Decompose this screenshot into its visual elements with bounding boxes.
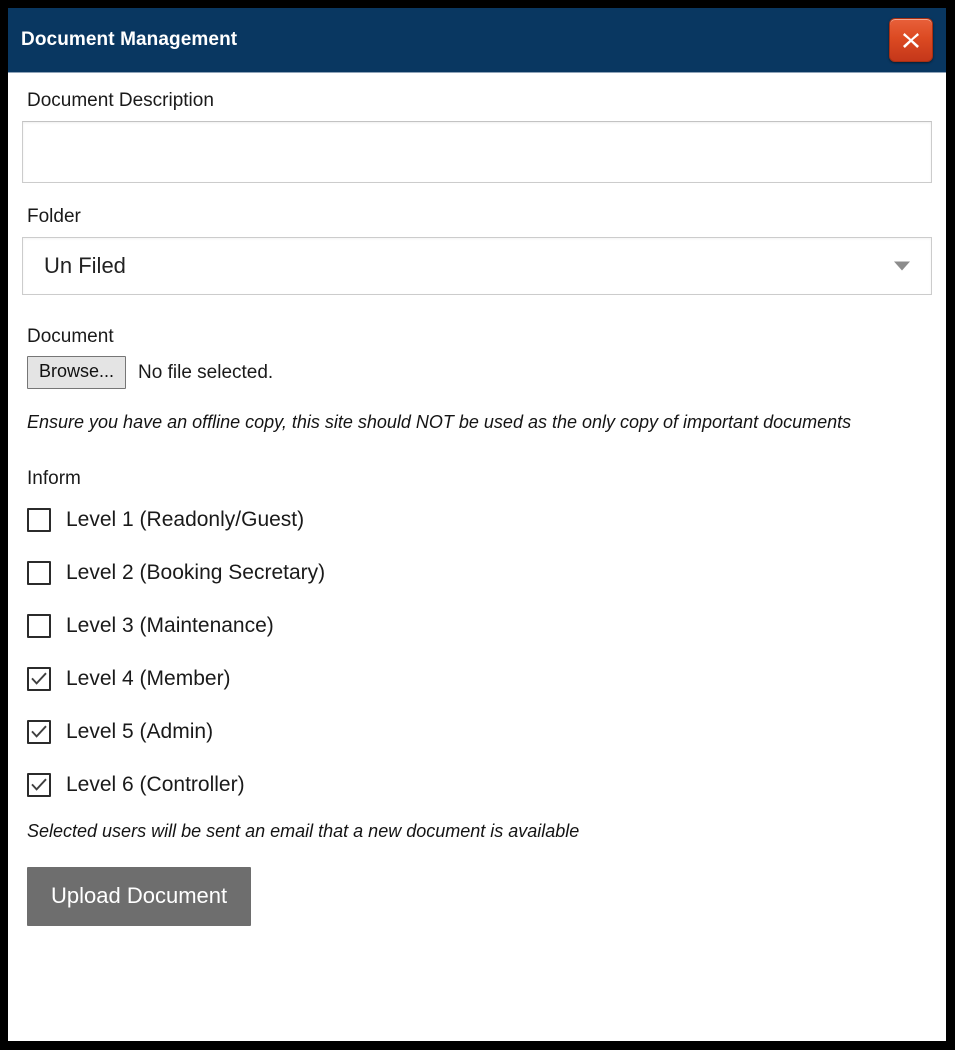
file-status-text: No file selected.	[138, 361, 274, 383]
document-label: Document	[27, 325, 114, 347]
inform-option-level-3[interactable]: Level 3 (Maintenance)	[27, 600, 932, 653]
inform-label: Inform	[27, 467, 81, 489]
close-button[interactable]	[889, 18, 933, 62]
folder-label: Folder	[27, 205, 81, 227]
close-x-icon	[898, 27, 924, 53]
inform-option-level-5[interactable]: Level 5 (Admin)	[27, 706, 932, 759]
checkbox-icon[interactable]	[27, 508, 51, 533]
email-notification-note: Selected users will be sent an email tha…	[27, 820, 580, 841]
file-picker-row: Browse... No file selected.	[27, 356, 932, 389]
inform-option-label: Level 5 (Admin)	[66, 720, 214, 744]
dialog-frame: Document Management Document Description…	[0, 0, 955, 1050]
checkbox-checked-icon[interactable]	[27, 720, 51, 745]
document-management-dialog: Document Management Document Description…	[8, 8, 946, 1041]
inform-option-level-1[interactable]: Level 1 (Readonly/Guest)	[27, 494, 932, 547]
inform-option-label: Level 1 (Readonly/Guest)	[66, 508, 305, 532]
inform-option-level-6[interactable]: Level 6 (Controller)	[27, 759, 932, 812]
folder-select-value: Un Filed	[44, 252, 126, 278]
inform-option-level-4[interactable]: Level 4 (Member)	[27, 653, 932, 706]
inform-option-label: Level 6 (Controller)	[66, 773, 245, 797]
inform-option-label: Level 2 (Booking Secretary)	[66, 561, 326, 585]
checkbox-icon[interactable]	[27, 614, 51, 639]
upload-document-button[interactable]: Upload Document	[27, 866, 252, 926]
dialog-body: Document Description Folder Un Filed Doc…	[8, 73, 946, 1041]
checkbox-icon[interactable]	[27, 561, 51, 586]
checkbox-checked-icon[interactable]	[27, 773, 51, 798]
dialog-titlebar: Document Management	[8, 8, 946, 73]
document-description-label: Document Description	[27, 90, 214, 111]
inform-option-label: Level 3 (Maintenance)	[66, 614, 274, 638]
document-description-input[interactable]	[22, 120, 932, 183]
checkbox-checked-icon[interactable]	[27, 667, 51, 692]
dialog-title: Document Management	[21, 29, 238, 50]
inform-option-level-2[interactable]: Level 2 (Booking Secretary)	[27, 547, 932, 600]
folder-select[interactable]: Un Filed	[22, 236, 932, 295]
browse-button[interactable]: Browse...	[27, 356, 127, 389]
inform-checkbox-list: Level 1 (Readonly/Guest) Level 2 (Bookin…	[22, 494, 932, 812]
inform-option-label: Level 4 (Member)	[66, 667, 231, 691]
offline-copy-warning: Ensure you have an offline copy, this si…	[27, 411, 852, 432]
chevron-down-icon	[894, 261, 910, 270]
